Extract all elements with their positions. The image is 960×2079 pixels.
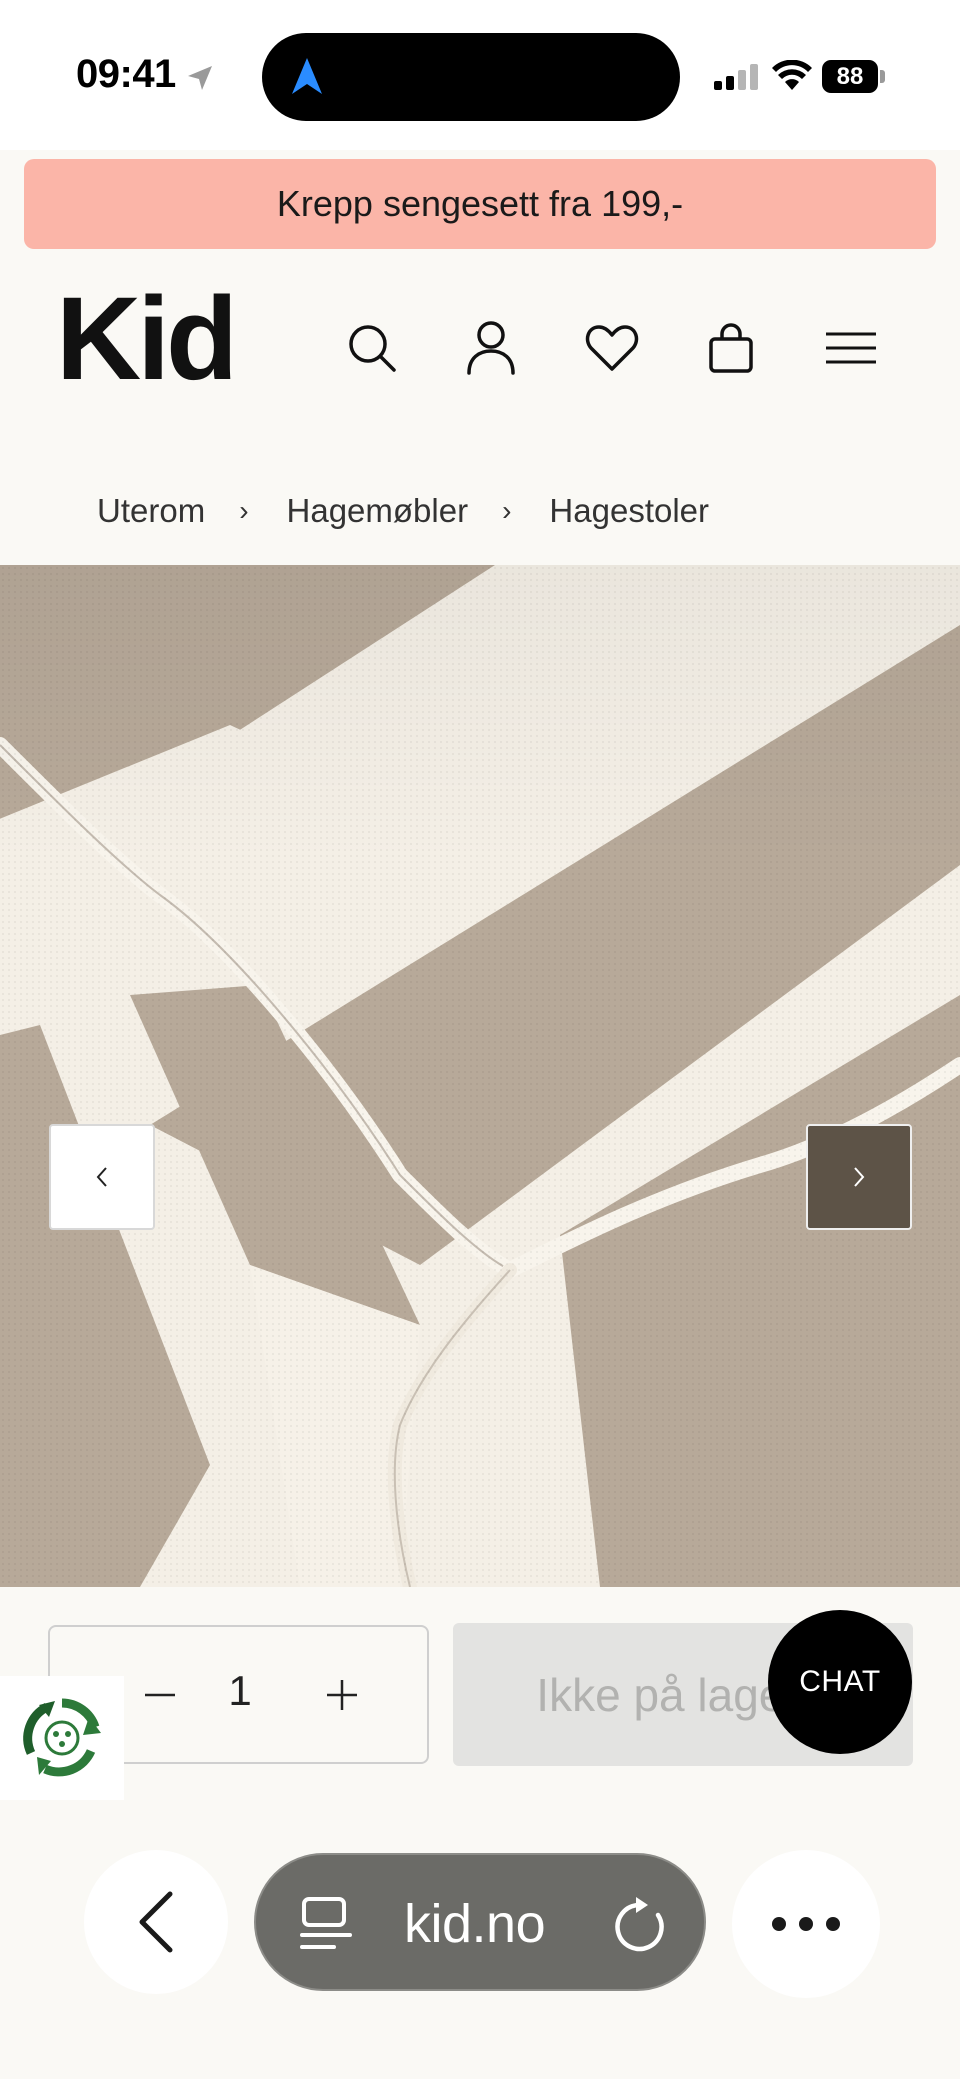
browser-back-button[interactable] — [84, 1850, 228, 1994]
dynamic-island — [262, 33, 680, 121]
address-bar[interactable]: kid.no — [254, 1853, 706, 1991]
breadcrumb-item-hagemobler[interactable]: Hagemøbler — [287, 492, 469, 530]
breadcrumb-separator: › — [239, 495, 249, 526]
battery-cap — [880, 70, 885, 83]
menu-icon[interactable] — [821, 318, 881, 378]
breadcrumb-item-uterom[interactable]: Uterom — [97, 492, 205, 530]
ellipsis-icon — [772, 1917, 840, 1931]
wifi-icon — [772, 60, 812, 90]
promo-banner[interactable]: Krepp sengesett fra 199,- — [24, 159, 936, 249]
quantity-increase-button[interactable] — [312, 1665, 372, 1725]
chevron-right-icon — [854, 1167, 865, 1187]
out-of-stock-label: Ikke på lager — [536, 1668, 800, 1721]
chevron-left-icon — [96, 1167, 107, 1187]
chat-button[interactable]: CHAT — [768, 1610, 912, 1754]
chevron-left-icon — [139, 1891, 173, 1953]
quantity-value[interactable]: 1 — [210, 1667, 270, 1715]
more-options-button[interactable] — [732, 1850, 880, 1998]
product-image[interactable] — [0, 565, 960, 1587]
quantity-decrease-button[interactable] — [130, 1665, 190, 1725]
carousel-prev-button[interactable] — [49, 1124, 155, 1230]
carousel-next-button[interactable] — [806, 1124, 912, 1230]
battery-indicator: 88 — [822, 60, 878, 93]
minus-icon — [145, 1693, 175, 1697]
search-icon[interactable] — [342, 318, 402, 378]
heart-icon[interactable] — [582, 318, 642, 378]
striped-cushion-photo — [0, 565, 960, 1587]
breadcrumb-separator: › — [502, 495, 512, 526]
status-bar: 09:41 88 — [0, 0, 960, 150]
location-arrow-icon — [188, 66, 212, 90]
recycle-icon — [23, 1698, 101, 1777]
page-menu-icon — [300, 1897, 352, 1949]
plus-icon — [327, 1680, 357, 1710]
cellular-signal-icon — [714, 64, 758, 90]
kid-logo[interactable]: Kid — [56, 280, 238, 398]
navigation-arrow-icon — [292, 58, 322, 94]
breadcrumb-item-hagestoler[interactable]: Hagestoler — [549, 492, 709, 530]
status-time: 09:41 — [76, 52, 176, 96]
account-icon[interactable] — [461, 318, 521, 378]
breadcrumb: Uterom › Hagemøbler › Hagestoler — [97, 486, 709, 536]
eco-badge[interactable] — [0, 1676, 124, 1800]
bag-icon[interactable] — [701, 318, 761, 378]
reload-icon[interactable] — [614, 1895, 670, 1955]
url-text: kid.no — [404, 1894, 546, 1954]
